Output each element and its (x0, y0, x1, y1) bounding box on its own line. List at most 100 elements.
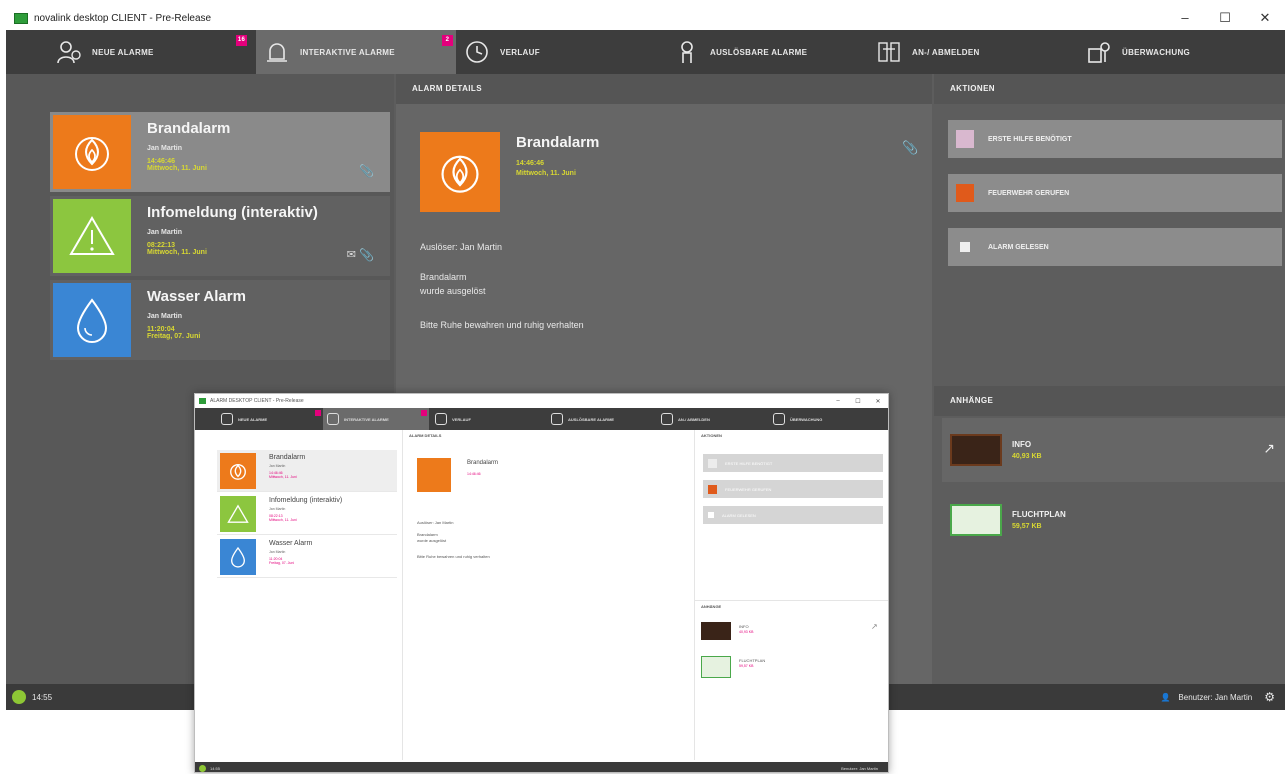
tab-verlauf[interactable]: VERLAUF (429, 408, 547, 430)
tab-interaktive-alarme[interactable]: INTERAKTIVE ALARME (323, 408, 429, 430)
interactive-alarms-badge: 2 (442, 35, 453, 46)
tab-an-abmelden[interactable]: AN-/ ABMELDEN (657, 408, 769, 430)
tab-ausloesbare-alarme[interactable]: AUSLÖSBARE ALARME (666, 30, 876, 74)
monitoring-icon (1086, 39, 1112, 65)
action-label: FEUERWEHR GERUFEN (988, 189, 1070, 197)
tab-ueberwachung[interactable]: ÜBERWACHUNG (1076, 30, 1276, 74)
tab-label: ÜBERWACHUNG (1122, 47, 1191, 57)
tab-ueberwachung[interactable]: ÜBERWACHUNG (769, 408, 879, 430)
mini-actions: AKTIONEN ERSTE HILFE BENÖTIGT FEUERWEHR … (695, 430, 888, 760)
history-clock-icon (435, 413, 447, 425)
action-gelesen-button[interactable]: ALARM GELESEN (703, 506, 883, 524)
alarm-author: Jan Martin (147, 229, 183, 236)
details-line-1: Brandalarm (417, 532, 438, 537)
alarm-bell-icon (264, 39, 290, 65)
alarm-item-brandalarm[interactable]: Brandalarm Jan Martin 14:46:46 Mittwoch,… (50, 112, 390, 192)
water-drop-icon (220, 539, 256, 575)
tab-interaktive-alarme[interactable]: INTERAKTIVE ALARME 2 (256, 30, 456, 74)
tab-label: INTERAKTIVE ALARME (300, 47, 395, 57)
tab-neue-alarme[interactable]: NEUE ALARME 16 (6, 30, 256, 74)
actions-header: AKTIONEN (701, 433, 722, 438)
attachment-item-info[interactable]: INFO 40,93 KB ↗ (942, 418, 1285, 482)
alarm-date: Freitag, 07. Juni (269, 561, 295, 565)
maximize-button[interactable]: ☐ (1205, 10, 1245, 26)
fire-department-icon (708, 484, 717, 494)
alarm-date: Freitag, 07. Juni (147, 333, 201, 340)
person-alert-icon (56, 39, 82, 65)
alarm-item-brandalarm[interactable]: Brandalarm Jan Martin 14:46:46 Mittwoch,… (217, 450, 397, 492)
action-label: ALARM GELESEN (988, 243, 1049, 251)
fire-icon (417, 458, 451, 492)
alarm-author: Jan Martin (147, 313, 183, 320)
mini-status-bar: 14:55 Benutzer: Jan Martin (195, 762, 888, 772)
attachments-header: ANHÄNGE (695, 600, 888, 612)
attachment-item-fluchtplan[interactable]: FLUCHTPLAN 59,57 KB (942, 488, 1285, 552)
attachment-size: 40,93 KB (1012, 453, 1042, 460)
trigger-hand-icon (551, 413, 563, 425)
details-time: 14:46:46 (516, 160, 545, 167)
actions-panel: AKTIONEN ERSTE HILFE BENÖTIGT FEUERWEHR … (934, 74, 1285, 684)
mini-title-bar: ALARM DESKTOP CLIENT - Pre-Release – ☐ ✕ (195, 394, 888, 408)
alarm-author: Jan Martin (147, 145, 183, 152)
actions-header: AKTIONEN (934, 74, 1285, 104)
settings-gear-icon[interactable]: ⚙ (1264, 690, 1275, 704)
action-erste-hilfe-button[interactable]: ERSTE HILFE BENÖTIGT (703, 454, 883, 472)
app-icon (199, 398, 206, 404)
alarm-item-infomeldung[interactable]: Infomeldung (interaktiv) Jan Martin 08:2… (217, 493, 397, 535)
main-navigation: NEUE ALARME 16 INTERAKTIVE ALARME 2 VERL… (6, 30, 1285, 74)
tab-ausloesbare-alarme[interactable]: AUSLÖSBARE ALARME (547, 408, 657, 430)
mini-details: ALARM DETAILS Brandalarm 14:46:46 Auslös… (403, 430, 695, 760)
attachment-name: INFO (739, 624, 749, 629)
minimize-button[interactable]: – (1165, 10, 1205, 26)
attachment-name: FLUCHTPLAN (1012, 510, 1066, 519)
warning-triangle-icon (53, 199, 131, 273)
alarm-author: Jan Martin (269, 507, 286, 511)
status-user: 👤 Benutzer: Jan Martin ⚙ (1160, 690, 1275, 704)
user-icon: 👤 (1160, 692, 1171, 702)
mini-alarm-list: Brandalarm Jan Martin 14:46:46 Mittwoch,… (195, 430, 403, 760)
tab-label: VERLAUF (500, 47, 540, 57)
details-line-3: Bitte Ruhe bewahren und ruhig verhalten (420, 320, 584, 330)
attachment-clip-icon: 📎 (359, 248, 374, 262)
tab-label: AUSLÖSBARE ALARME (710, 47, 808, 57)
alarm-item-infomeldung[interactable]: Infomeldung (interaktiv) Jan Martin 08:2… (50, 196, 390, 276)
minimize-button[interactable]: – (828, 398, 848, 405)
light-theme-window: ALARM DESKTOP CLIENT - Pre-Release – ☐ ✕… (194, 393, 889, 773)
action-feuerwehr-button[interactable]: FEUERWEHR GERUFEN (703, 480, 883, 498)
warning-triangle-icon (220, 496, 256, 532)
details-line-1: Brandalarm (420, 272, 467, 282)
interactive-alarms-badge (421, 410, 427, 416)
maximize-button[interactable]: ☐ (848, 398, 868, 405)
action-feuerwehr-button[interactable]: FEUERWEHR GERUFEN (948, 174, 1282, 212)
attachment-name: INFO (1012, 440, 1032, 449)
user-name: Benutzer: Jan Martin (1178, 692, 1253, 702)
fire-icon (420, 132, 500, 212)
alarm-item-wasser[interactable]: Wasser Alarm Jan Martin 11:20:04 Freitag… (50, 280, 390, 360)
person-alert-icon (221, 413, 233, 425)
connection-status-icon (12, 690, 26, 704)
attachment-clip-icon[interactable]: 📎 (902, 140, 918, 156)
fire-department-icon (956, 184, 974, 202)
close-button[interactable]: ✕ (1245, 10, 1285, 26)
tab-verlauf[interactable]: VERLAUF (456, 30, 666, 74)
alarm-author: Jan Martin (269, 550, 286, 554)
tab-neue-alarme[interactable]: NEUE ALARME (195, 408, 323, 430)
login-users-icon (876, 39, 902, 65)
new-alarms-badge: 16 (236, 35, 247, 46)
tab-an-abmelden[interactable]: AN-/ ABMELDEN (876, 30, 1076, 74)
open-external-icon[interactable]: ↗ (1263, 440, 1275, 457)
history-clock-icon (464, 39, 490, 65)
user-name: Benutzer: Jan Martin (841, 765, 878, 771)
mini-navigation: NEUE ALARME INTERAKTIVE ALARME VERLAUF A… (195, 408, 888, 430)
attachment-thumbnail (950, 504, 1002, 536)
close-button[interactable]: ✕ (868, 398, 888, 405)
tab-label: AN-/ ABMELDEN (912, 47, 980, 57)
alarm-title: Infomeldung (interaktiv) (147, 204, 318, 221)
alarm-item-wasser[interactable]: Wasser Alarm Jan Martin 11:20:04 Freitag… (217, 536, 397, 578)
open-external-icon[interactable]: ↗ (871, 622, 878, 631)
details-title: Brandalarm (516, 134, 600, 151)
action-erste-hilfe-button[interactable]: ERSTE HILFE BENÖTIGT (948, 120, 1282, 158)
alarm-author: Jan Martin (269, 464, 286, 468)
action-gelesen-button[interactable]: ALARM GELESEN (948, 228, 1282, 266)
alarm-title: Wasser Alarm (147, 288, 246, 305)
